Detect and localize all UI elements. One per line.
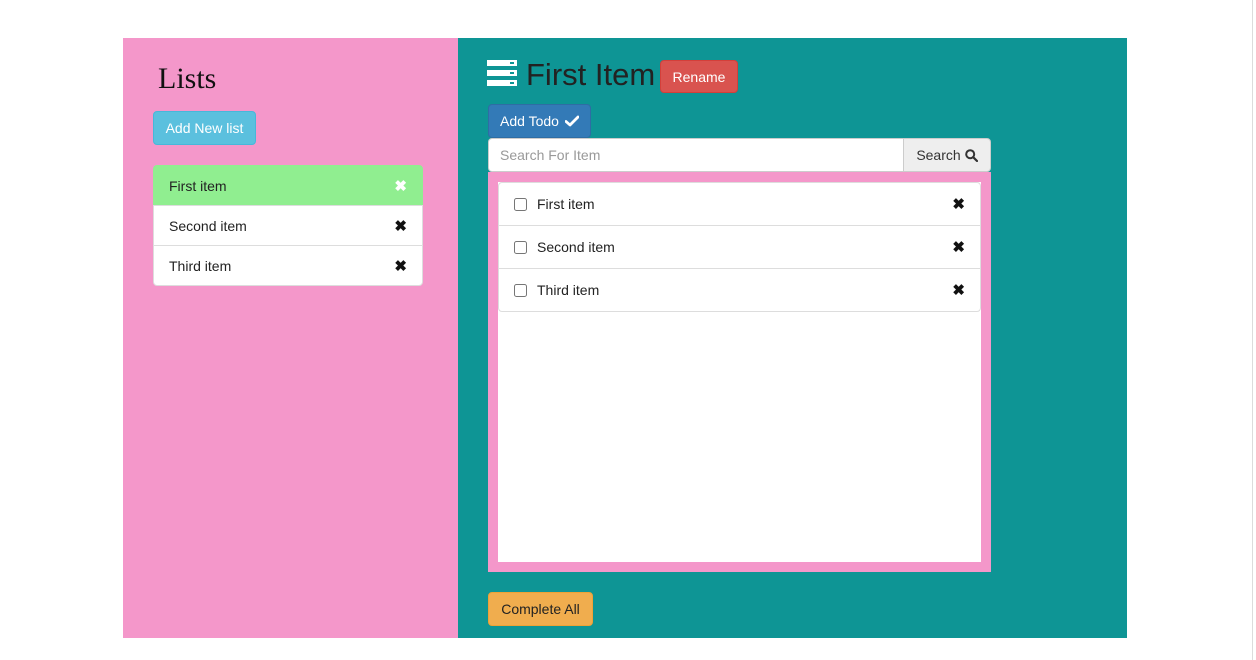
check-icon — [564, 115, 579, 127]
lists-group: First item ✖ Second item ✖ Third item ✖ — [153, 165, 423, 286]
todo-label: Third item — [537, 282, 600, 298]
search-input[interactable] — [488, 138, 904, 172]
list-icon — [487, 60, 517, 86]
todo-label: First item — [537, 196, 595, 212]
todo-checkbox[interactable] — [514, 197, 527, 211]
list-item-third[interactable]: Third item ✖ — [153, 245, 423, 286]
todo-label: Second item — [537, 239, 615, 255]
search-icon — [964, 148, 978, 162]
app-container: Lists Add New list First item ✖ Second i… — [123, 38, 1127, 638]
search-button[interactable]: Search — [903, 138, 991, 172]
list-item-label: First item — [169, 177, 227, 194]
list-item-first[interactable]: First item ✖ — [153, 165, 423, 206]
close-icon[interactable]: ✖ — [952, 281, 965, 299]
list-title: First Item — [526, 57, 656, 92]
search-button-label: Search — [916, 147, 961, 163]
todo-list: First item ✖ Second item ✖ Third item ✖ — [498, 182, 981, 312]
todo-main-panel: First Item Rename Add Todo Search First … — [458, 38, 1127, 638]
close-icon[interactable]: ✖ — [952, 195, 965, 213]
add-todo-label: Add Todo — [500, 113, 559, 129]
todo-checkbox[interactable] — [514, 240, 527, 254]
todo-list-frame: First item ✖ Second item ✖ Third item ✖ — [488, 172, 991, 572]
list-item-second[interactable]: Second item ✖ — [153, 205, 423, 246]
close-icon[interactable]: ✖ — [394, 177, 407, 195]
list-item-label: Third item — [169, 257, 232, 274]
complete-all-button[interactable]: Complete All — [488, 592, 593, 626]
list-item-label: Second item — [169, 217, 247, 234]
todo-item: First item ✖ — [498, 182, 981, 226]
add-new-list-button[interactable]: Add New list — [153, 111, 256, 145]
close-icon[interactable]: ✖ — [952, 238, 965, 256]
page-edge-line — [1252, 0, 1253, 660]
close-icon[interactable]: ✖ — [394, 257, 407, 275]
add-todo-button[interactable]: Add Todo — [488, 104, 591, 138]
sidebar-title: Lists — [158, 62, 217, 95]
todo-list-panel: First item ✖ Second item ✖ Third item ✖ — [498, 182, 981, 562]
close-icon[interactable]: ✖ — [394, 217, 407, 235]
todo-item: Third item ✖ — [498, 268, 981, 312]
todo-item: Second item ✖ — [498, 225, 981, 269]
lists-sidebar: Lists Add New list First item ✖ Second i… — [123, 38, 458, 638]
todo-checkbox[interactable] — [514, 283, 527, 297]
rename-button[interactable]: Rename — [660, 60, 738, 93]
